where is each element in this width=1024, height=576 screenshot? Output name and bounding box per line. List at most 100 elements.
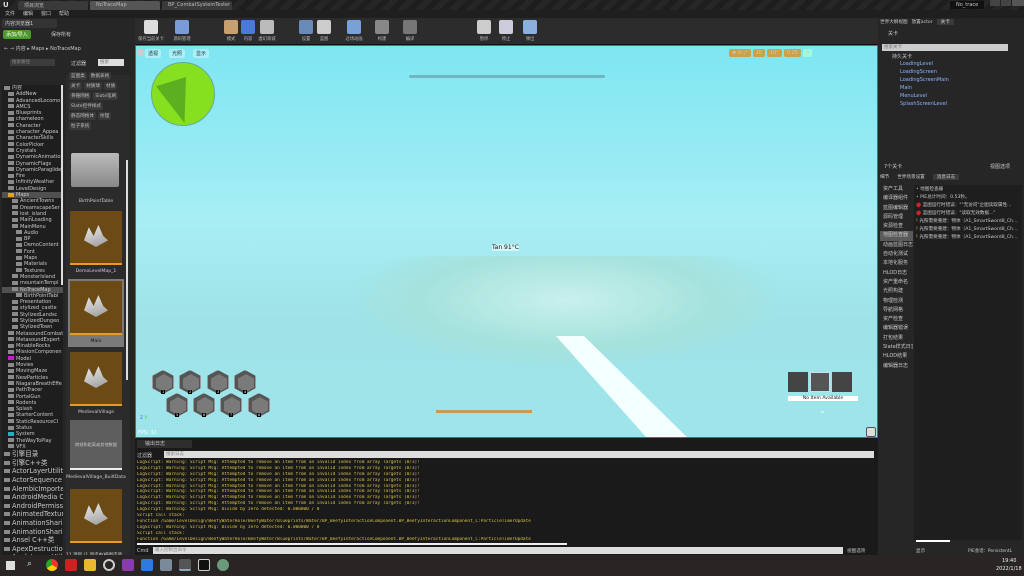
folder-icon[interactable] <box>71 153 119 187</box>
folder-tree-item[interactable]: ActorLayerUtilit <box>2 467 63 476</box>
folder-tree[interactable]: 内容 AddNew AdvancedLocomo AMCS Blueprints cham… <box>2 85 63 570</box>
show-button[interactable]: 显示 <box>916 548 925 554</box>
tab-details[interactable]: 细节 <box>880 174 889 180</box>
search-icon[interactable]: ⌕ <box>27 559 32 569</box>
close-button[interactable] <box>1012 0 1024 6</box>
folder-tree-item[interactable]: 引擎C++类 <box>2 459 63 468</box>
filter-chip[interactable]: 纹理 <box>97 112 112 120</box>
asset-tile-main[interactable] <box>70 281 122 335</box>
tab-project[interactable]: 项目浏览 <box>18 1 88 10</box>
item-slot-prev[interactable] <box>788 372 808 392</box>
message-item[interactable]: ⬤ 蓝图运行时错误："读取无效数据..." <box>916 210 1020 218</box>
console-input[interactable]: 输入控制台命令 <box>153 547 843 554</box>
folder-tree-item[interactable]: AdvancedLocomo <box>2 98 63 104</box>
message-item[interactable]: • 地图检查器 <box>916 186 1020 194</box>
log-search-input[interactable]: 搜索日志 <box>164 451 874 458</box>
minimize-button[interactable] <box>990 0 1000 6</box>
tab-level[interactable]: NoTraceMap <box>90 1 160 10</box>
transform-tools[interactable]: ✥ ⟳ ⤢ <box>729 49 751 57</box>
toolbar-button[interactable]: 蓝图 <box>310 20 338 42</box>
tree-scrollbar[interactable] <box>61 85 63 285</box>
folder-tree-item[interactable]: AnimationShari <box>2 528 63 537</box>
toolbar-button[interactable]: 虚幻商城 <box>253 20 281 42</box>
file-explorer-icon[interactable] <box>84 559 96 571</box>
lit-button[interactable]: 光照 <box>169 49 186 58</box>
message-category[interactable]: 资产重命名 <box>880 278 913 287</box>
message-category[interactable]: 打包结果 <box>880 334 913 343</box>
message-category[interactable]: 地图检查器 <box>880 231 913 241</box>
level-item[interactable]: SplashScreenLevel <box>878 100 1024 108</box>
page-selector[interactable]: PIE会话：PersistentL <box>968 548 1012 554</box>
asset-tile-demolevelmap[interactable] <box>70 211 122 265</box>
tab-message-log[interactable]: 消息日志 <box>932 174 960 180</box>
breadcrumb-content[interactable]: 内容 <box>16 46 26 52</box>
message-category[interactable]: 导航网格 <box>880 306 913 315</box>
message-item[interactable]: ! 光照需要重建：物体（A1_SmartSword8_Ch... <box>916 226 1020 234</box>
app-blue-icon[interactable] <box>141 559 153 571</box>
message-category[interactable]: 资产检查 <box>880 315 913 324</box>
tab-world-settings[interactable]: 世界场景设置 <box>897 174 925 180</box>
maximize-button[interactable] <box>1001 0 1011 6</box>
message-category[interactable]: 源码管理 <box>880 213 913 222</box>
folder-tree-item[interactable]: MissionComponen <box>2 349 63 355</box>
view-options-button[interactable]: 视图选项 <box>847 548 865 554</box>
cmd-button[interactable]: Cmd <box>137 548 149 554</box>
grid-snap[interactable]: 10 <box>752 49 765 57</box>
level-view-options[interactable]: 视图选项 <box>990 163 1010 170</box>
message-category[interactable]: 资源检查 <box>880 222 913 231</box>
filter-chip[interactable]: 蓝图类 <box>69 72 87 80</box>
toolbar-button[interactable]: 保存当前关卡 <box>137 20 165 42</box>
start-icon[interactable] <box>6 561 15 570</box>
folder-tree-item[interactable]: AnimationShari <box>2 519 63 528</box>
message-category[interactable]: 物理检测 <box>880 297 913 306</box>
message-category[interactable]: HLOD结果 <box>880 352 913 361</box>
asset-search-input[interactable]: 搜索 <box>98 59 124 66</box>
menu-help[interactable]: 帮助 <box>59 10 69 18</box>
levels-menu[interactable]: 关卡 <box>888 30 898 37</box>
clock-app-icon[interactable] <box>103 559 115 571</box>
filter-chip[interactable]: 关卡 <box>69 82 83 90</box>
menu-edit[interactable]: 编辑 <box>23 10 33 18</box>
toolbar-button[interactable]: 编译 <box>396 20 424 42</box>
chrome-icon[interactable] <box>46 559 58 571</box>
persistent-level[interactable]: 持久关卡 <box>892 53 912 60</box>
message-category[interactable]: 蓝图编辑器 <box>880 204 913 213</box>
level-item[interactable]: LoadingScreen <box>878 68 1024 76</box>
asset-tile[interactable] <box>70 489 122 543</box>
level-item[interactable]: LoadingScreenMain <box>878 76 1024 84</box>
level-item[interactable]: LoadingLevel <box>878 60 1024 68</box>
folder-tree-item[interactable]: ActorSequence <box>2 476 63 485</box>
toolbar-button[interactable]: 构建 <box>368 20 396 42</box>
content-browser-tab[interactable]: 内容浏览器1 <box>2 19 57 28</box>
calculator-icon[interactable] <box>160 559 172 571</box>
level-item[interactable]: MenuLevel <box>878 92 1024 100</box>
message-category[interactable]: 本地化服务 <box>880 259 913 268</box>
level-viewport[interactable]: 透视 光照 显示 ✥ ⟳ ⤢ 10 10° 0.25 8 Tan 91°C 1 2… <box>135 45 878 438</box>
unreal-taskbar-icon[interactable] <box>179 559 191 571</box>
save-all-button[interactable]: 保存所有 <box>48 30 74 39</box>
folder-tree-item[interactable]: AndroidPermiss <box>2 502 63 511</box>
perspective-button[interactable]: 透视 <box>145 49 162 58</box>
rotation-snap[interactable]: 10° <box>766 49 782 57</box>
filter-chip[interactable]: Slate控件样式 <box>69 102 104 110</box>
message-category[interactable]: 资产工具 <box>880 185 913 194</box>
message-item[interactable]: ⬤ 蓝图运行时错误：""无访问"企图读取属性... <box>916 202 1020 210</box>
filter-chip[interactable]: 骨骼网格 <box>69 92 92 100</box>
message-item[interactable]: ! 光照需要重建：物体（A1_SmartSword8_Ch... <box>916 234 1020 242</box>
tab-levels[interactable]: 关卡 <box>936 19 954 25</box>
epic-games-icon[interactable] <box>198 559 210 571</box>
folder-tree-item[interactable]: ApexDestructio <box>2 545 63 554</box>
message-item[interactable]: ! 光照需要重建：物体（A1_SmartSword8_Ch... <box>916 218 1020 226</box>
message-category[interactable]: 编辑器错误 <box>880 324 913 333</box>
tab-place-actors[interactable]: 放置actor <box>912 19 933 25</box>
onenote-icon[interactable] <box>122 559 134 571</box>
show-button[interactable]: 显示 <box>193 49 210 58</box>
viewport-options-button[interactable] <box>137 49 143 56</box>
folder-tree-item[interactable]: AndroidMedia C <box>2 493 63 502</box>
folder-tree-item[interactable]: AlembicImporte <box>2 485 63 494</box>
message-category[interactable]: 编译器组件 <box>880 194 913 203</box>
filter-chip[interactable]: 静态网格体 <box>69 112 96 120</box>
log-filter-button[interactable]: 过滤器 <box>137 452 152 459</box>
filter-chip[interactable]: Slate笔刷 <box>93 92 119 100</box>
output-log-tab[interactable]: 输出日志 <box>137 440 192 448</box>
